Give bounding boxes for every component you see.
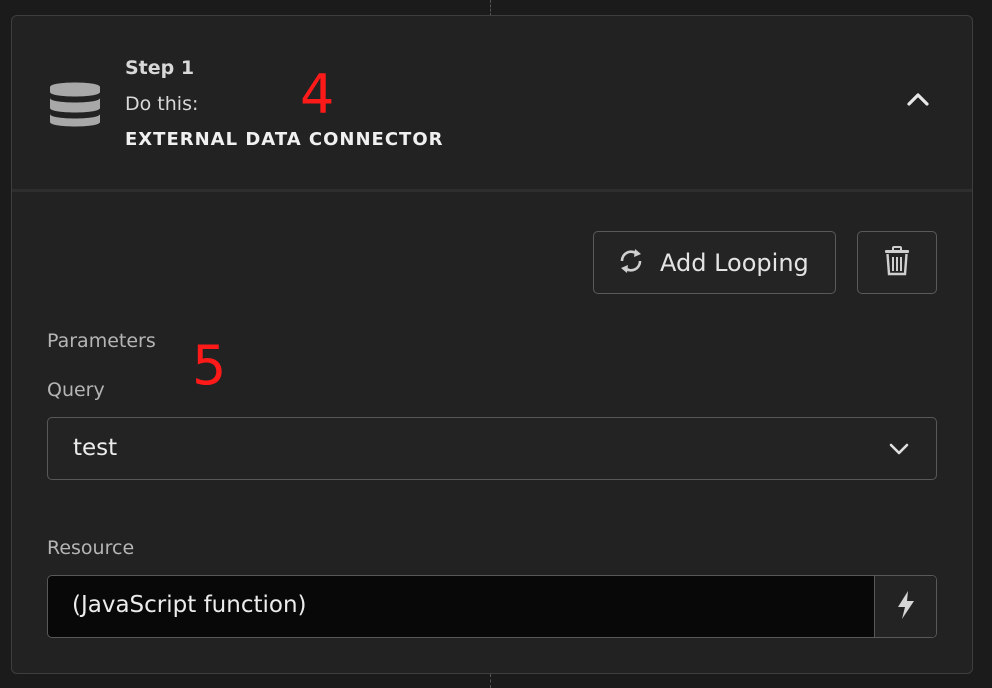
- step-header[interactable]: Step 1 Do this: EXTERNAL DATA CONNECTOR …: [12, 16, 972, 192]
- resource-input[interactable]: (JavaScript function): [47, 575, 937, 638]
- connector-name: EXTERNAL DATA CONNECTOR: [125, 129, 444, 150]
- add-looping-button[interactable]: Add Looping: [593, 231, 836, 294]
- delete-step-button[interactable]: [857, 231, 937, 294]
- annotation-marker-4: 4: [300, 63, 335, 126]
- query-select[interactable]: test: [47, 417, 937, 480]
- action-prefix: Do this:: [125, 93, 199, 115]
- resource-value: (JavaScript function): [72, 592, 307, 618]
- query-label: Query: [47, 379, 105, 401]
- step-label: Step 1: [125, 57, 195, 79]
- resource-action-button[interactable]: [874, 576, 936, 637]
- step-card: Step 1 Do this: EXTERNAL DATA CONNECTOR …: [11, 15, 973, 674]
- parameters-heading: Parameters: [47, 330, 156, 352]
- lightning-bolt-icon: [896, 590, 916, 624]
- trash-icon: [884, 245, 910, 280]
- chevron-up-icon: [906, 91, 930, 111]
- query-selected-value: test: [73, 435, 118, 461]
- loop-icon: [616, 246, 646, 280]
- annotation-marker-5: 5: [192, 334, 227, 397]
- add-looping-label: Add Looping: [660, 248, 809, 277]
- resource-label: Resource: [47, 537, 135, 559]
- collapse-button[interactable]: [900, 86, 936, 116]
- flow-connector-top: [490, 0, 491, 16]
- database-icon: [49, 78, 101, 130]
- chevron-down-icon: [888, 441, 910, 460]
- flow-connector-bottom: [490, 674, 491, 688]
